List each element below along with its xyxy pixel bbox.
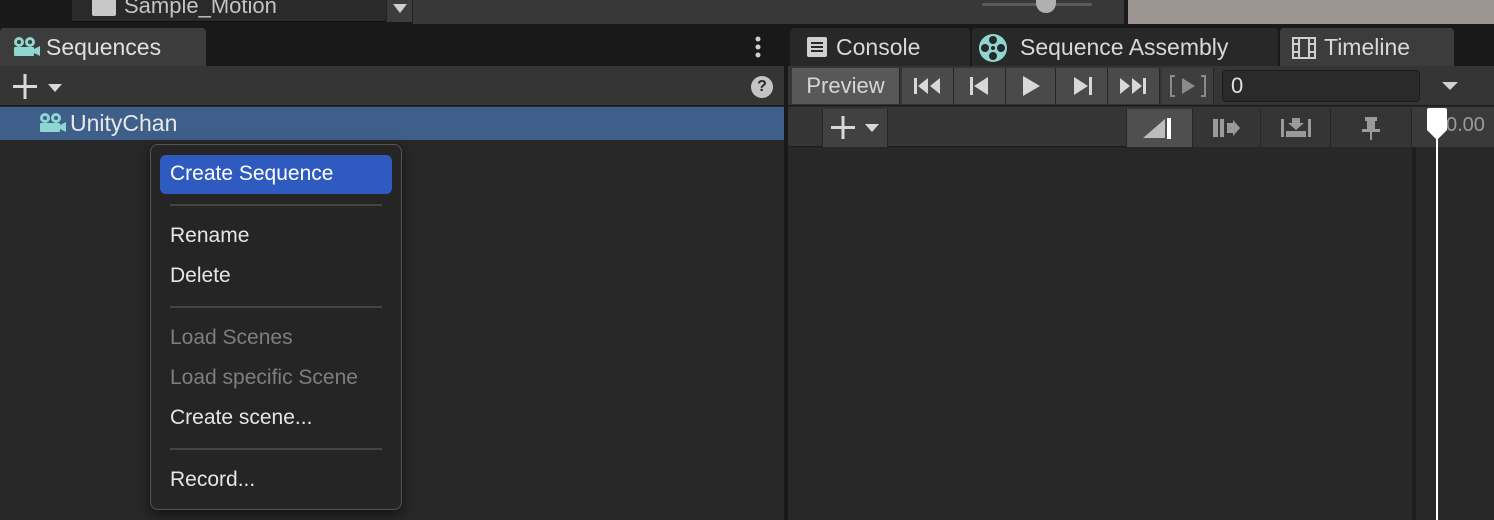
plus-dropdown-icon	[13, 74, 62, 99]
tree-item-label: UnityChan	[70, 110, 178, 136]
time-ruler-label: 0.00	[1446, 114, 1485, 136]
folder-icon	[92, 0, 116, 16]
menu-item-load-scenes: Load Scenes	[170, 326, 293, 349]
menu-item-record[interactable]: Record...	[170, 468, 255, 492]
plus-dropdown-icon	[831, 116, 879, 139]
menu-item-load-specific-scene: Load specific Scene	[170, 366, 358, 389]
current-frame-input[interactable]: 0	[1222, 70, 1420, 102]
scene-name: Sample_Motion	[124, 0, 277, 18]
tab-timeline[interactable]: Timeline	[1280, 28, 1454, 68]
camera-icon	[40, 113, 66, 132]
tab-console-label: Console	[836, 34, 921, 60]
play-icon	[1023, 76, 1040, 96]
skip-to-end-icon	[1120, 78, 1146, 94]
menu-separator	[170, 204, 382, 206]
menu-item-rename[interactable]: Rename	[170, 224, 249, 248]
panel-menu-button[interactable]	[750, 34, 766, 62]
tab-sequence-assembly-label: Sequence Assembly	[1020, 34, 1229, 60]
blend-toggle-button[interactable]	[1126, 109, 1192, 147]
sequences-toolbar	[0, 66, 784, 106]
play-range-icon	[1170, 75, 1206, 97]
menu-item-create-scene[interactable]: Create scene...	[170, 406, 312, 430]
help-icon[interactable]: ?	[751, 76, 773, 98]
pin-icon	[1362, 117, 1380, 140]
replace-mode-button[interactable]	[1260, 109, 1330, 147]
add-sequence-button[interactable]	[12, 74, 66, 100]
playhead-handle[interactable]	[1426, 108, 1448, 140]
play-range-button[interactable]	[1162, 68, 1214, 104]
playhead-line[interactable]	[1436, 110, 1438, 520]
chevron-down-icon	[1442, 82, 1458, 90]
preview-button[interactable]: Preview	[792, 68, 900, 104]
kebab-menu-icon	[755, 36, 761, 58]
ripple-mode-button[interactable]	[1192, 109, 1260, 147]
tab-timeline-label: Timeline	[1324, 34, 1411, 60]
tracks-divider[interactable]	[1412, 147, 1416, 520]
timeline-options-button[interactable]	[1428, 68, 1494, 104]
console-icon	[807, 37, 827, 57]
next-frame-button[interactable]	[1056, 68, 1108, 104]
film-reel-icon	[979, 34, 1007, 62]
ease-icon	[1143, 118, 1171, 139]
menu-item-delete[interactable]: Delete	[170, 264, 231, 288]
step-forward-icon	[1074, 77, 1092, 95]
play-button[interactable]	[1006, 68, 1056, 104]
scene-dropdown-button[interactable]	[386, 0, 412, 22]
step-back-icon	[970, 77, 988, 95]
tab-sequences-label: Sequences	[46, 34, 162, 60]
camera-icon	[14, 37, 40, 56]
tab-sequence-assembly[interactable]: Sequence Assembly	[972, 28, 1278, 68]
lock-tracks-button[interactable]	[1330, 109, 1412, 147]
filmstrip-icon	[1292, 37, 1316, 59]
scene-viewport[interactable]	[1128, 0, 1494, 24]
goto-last-frame-button[interactable]	[1108, 68, 1160, 104]
menu-separator	[170, 448, 382, 450]
skip-to-start-icon	[914, 78, 940, 94]
add-track-button[interactable]	[822, 109, 888, 147]
menu-separator	[170, 306, 382, 308]
menu-item-create-sequence-label: Create Sequence	[170, 162, 334, 185]
chevron-down-icon	[393, 4, 407, 13]
playhead-marker-icon	[1427, 108, 1447, 140]
previous-frame-button[interactable]	[954, 68, 1006, 104]
tab-console[interactable]: Console	[790, 28, 970, 68]
goto-first-frame-button[interactable]	[902, 68, 954, 104]
ripple-icon	[1213, 119, 1240, 137]
replace-icon	[1281, 118, 1311, 137]
